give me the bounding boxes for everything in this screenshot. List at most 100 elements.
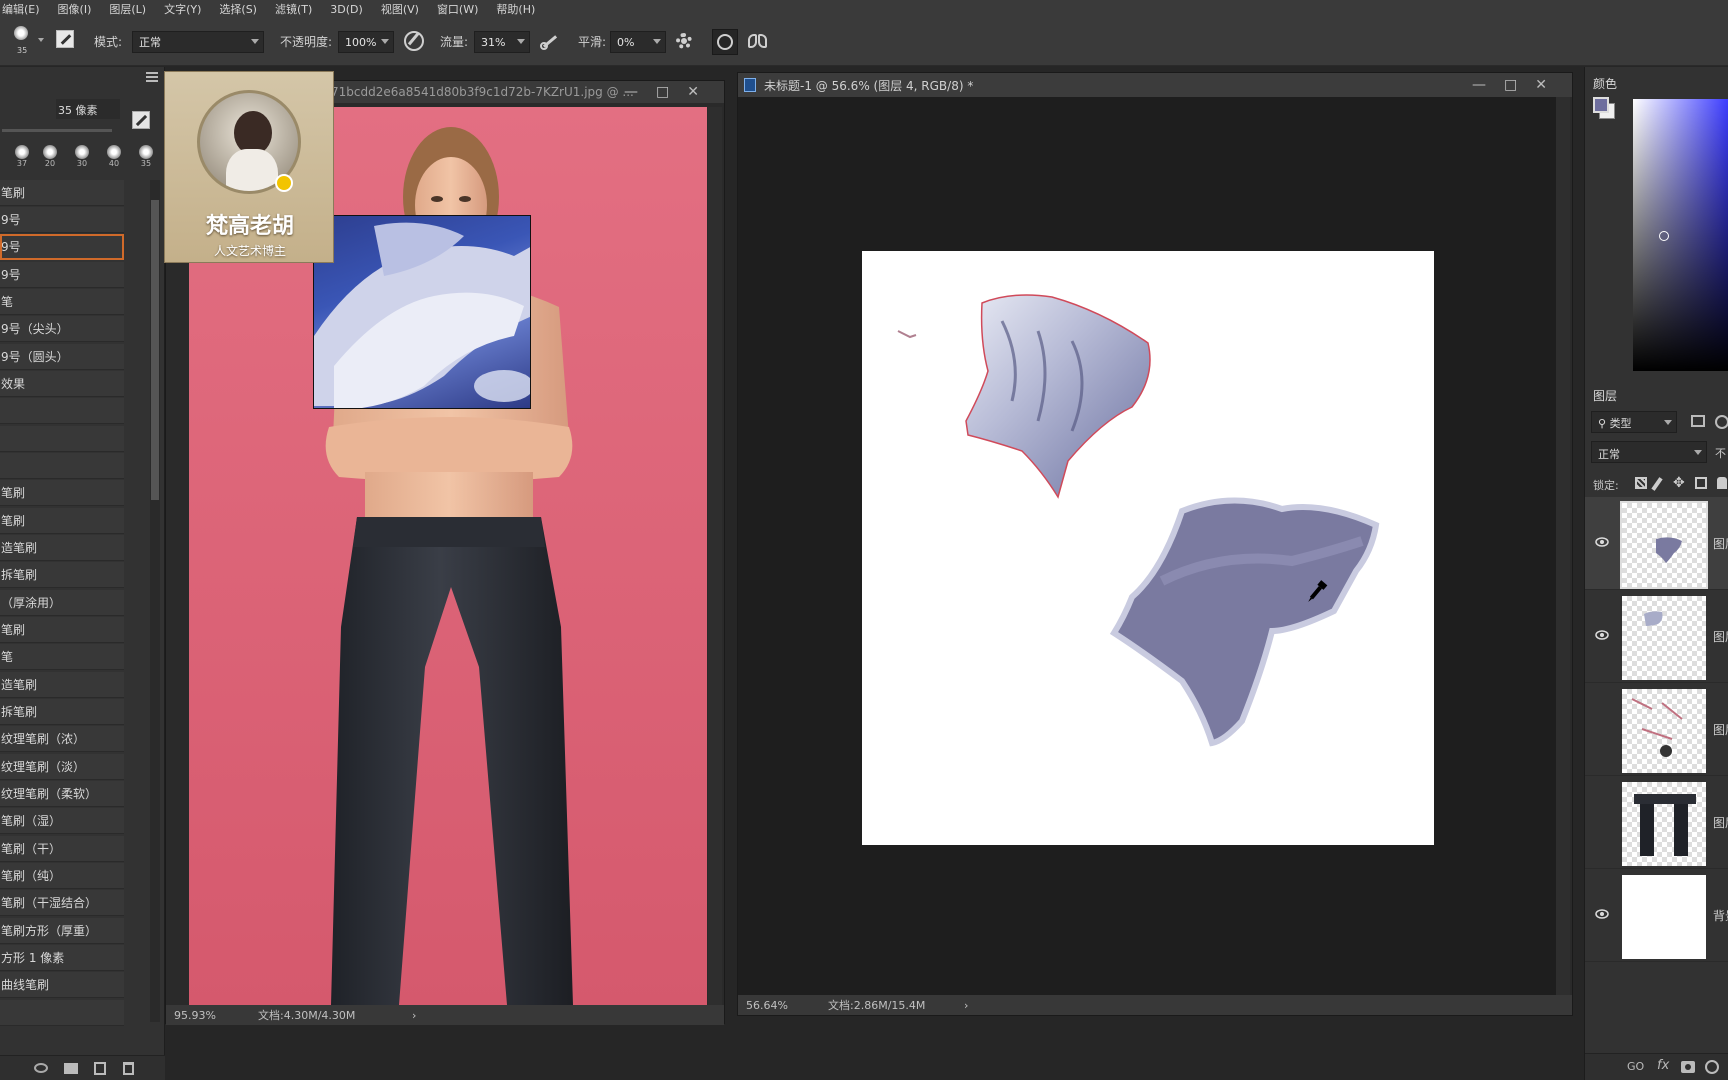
brush-preset[interactable]: 20 bbox=[40, 145, 60, 168]
new-brush-icon[interactable] bbox=[94, 1062, 106, 1075]
lock-position-icon[interactable]: ✥ bbox=[1673, 475, 1685, 491]
link-layers-icon[interactable]: GO bbox=[1627, 1060, 1644, 1073]
layer-row[interactable]: 图层 bbox=[1585, 683, 1728, 776]
brush-list-item[interactable]: 造笔刷 bbox=[0, 672, 124, 698]
brush-panel-toggle-icon[interactable] bbox=[56, 30, 74, 48]
visibility-eye-icon[interactable] bbox=[1595, 909, 1609, 919]
close-icon[interactable]: ✕ bbox=[687, 84, 699, 100]
brush-size-field[interactable]: 35 像素 bbox=[56, 99, 120, 119]
adjustment-layer-icon[interactable] bbox=[1705, 1060, 1719, 1074]
brush-list-item[interactable] bbox=[0, 453, 124, 479]
menu-type[interactable]: 文字(Y) bbox=[164, 1, 201, 17]
scrollbar-thumb[interactable] bbox=[151, 200, 159, 500]
brush-list-scrollbar[interactable] bbox=[150, 180, 160, 1022]
maximize-icon[interactable]: □ bbox=[1504, 77, 1517, 93]
visibility-eye-icon[interactable] bbox=[1595, 630, 1609, 640]
brush-list-item[interactable]: 方形 1 像素 bbox=[0, 945, 124, 971]
menu-view[interactable]: 视图(V) bbox=[381, 1, 419, 17]
brush-list-item[interactable]: 笔刷方形（厚重） bbox=[0, 918, 124, 944]
layer-row-selected[interactable]: 图层 bbox=[1585, 497, 1728, 590]
brush-list-item[interactable]: 效果 bbox=[0, 371, 124, 397]
brush-list-item[interactable]: 纹理笔刷（淡） bbox=[0, 754, 124, 780]
brush-preset-picker[interactable]: 35 bbox=[8, 24, 44, 60]
brush-list-item[interactable]: 9号 bbox=[0, 207, 124, 233]
filter-image-icon[interactable] bbox=[1691, 415, 1705, 427]
layer-name[interactable]: 图层 bbox=[1713, 814, 1728, 831]
maximize-icon[interactable]: □ bbox=[656, 84, 669, 100]
brush-list-item[interactable]: 笔 bbox=[0, 289, 124, 315]
new-brush-icon[interactable] bbox=[132, 111, 150, 129]
airbrush-icon[interactable] bbox=[540, 32, 560, 50]
menu-select[interactable]: 选择(S) bbox=[219, 1, 257, 17]
brush-list-item[interactable]: 9号（圆头） bbox=[0, 344, 124, 370]
brush-list-item[interactable]: （厚涂用） bbox=[0, 590, 124, 616]
layer-name[interactable]: 图层 bbox=[1713, 535, 1728, 552]
toggle-brush-panel-icon[interactable] bbox=[34, 1063, 48, 1073]
brush-preset[interactable]: 30 bbox=[72, 145, 92, 168]
menu-window[interactable]: 窗口(W) bbox=[437, 1, 478, 17]
size-slider-track[interactable] bbox=[2, 129, 112, 132]
brush-preset[interactable]: 37 bbox=[12, 145, 32, 168]
symmetry-butterfly-icon[interactable] bbox=[748, 32, 768, 50]
blend-mode-dropdown[interactable]: 正常 bbox=[1591, 441, 1707, 463]
layer-row[interactable]: 图层 bbox=[1585, 590, 1728, 683]
menu-image[interactable]: 图像(I) bbox=[58, 1, 92, 17]
flow-field[interactable]: 31% bbox=[474, 31, 530, 53]
menu-filter[interactable]: 滤镜(T) bbox=[275, 1, 312, 17]
pressure-size-icon[interactable] bbox=[712, 29, 738, 55]
brush-list-item[interactable]: 笔刷 bbox=[0, 480, 124, 506]
layer-name[interactable]: 图层 bbox=[1713, 628, 1728, 645]
layer-mask-icon[interactable] bbox=[1681, 1061, 1695, 1073]
lock-all-icon[interactable] bbox=[1717, 477, 1727, 489]
close-icon[interactable]: ✕ bbox=[1535, 77, 1547, 93]
brush-list-item[interactable]: 笔刷 bbox=[0, 617, 124, 643]
brush-list-item[interactable]: 笔刷（湿） bbox=[0, 808, 124, 834]
layer-row[interactable]: 图层 bbox=[1585, 776, 1728, 869]
brush-list-item[interactable]: 笔刷 bbox=[0, 180, 124, 206]
brush-list-item[interactable]: 纹理笔刷（浓） bbox=[0, 726, 124, 752]
lock-pixels-icon[interactable] bbox=[1651, 477, 1663, 491]
lock-artboard-icon[interactable] bbox=[1695, 477, 1707, 489]
brush-preset[interactable]: 35 bbox=[136, 145, 156, 168]
layer-name[interactable]: 图层 bbox=[1713, 721, 1728, 738]
painting-document-window[interactable]: 未标题-1 @ 56.6% (图层 4, RGB/8) * — □ ✕ 56.6… bbox=[737, 72, 1573, 1016]
visibility-eye-icon[interactable] bbox=[1595, 537, 1609, 547]
visibility-empty-box[interactable] bbox=[1595, 814, 1607, 826]
menu-layer[interactable]: 图层(L) bbox=[109, 1, 146, 17]
document-tab[interactable]: 未标题-1 @ 56.6% (图层 4, RGB/8) * bbox=[738, 73, 1572, 97]
minimize-icon[interactable]: — bbox=[1472, 77, 1486, 93]
mode-dropdown[interactable]: 正常 bbox=[132, 31, 264, 53]
brush-list-item[interactable]: 9号 bbox=[0, 262, 124, 288]
pressure-opacity-icon[interactable] bbox=[404, 31, 424, 51]
menu-edit[interactable]: 编辑(E) bbox=[2, 1, 40, 17]
brush-preset[interactable]: 40 bbox=[104, 145, 124, 168]
brush-list-item[interactable]: 笔刷（干湿结合） bbox=[0, 890, 124, 916]
brush-list-item[interactable] bbox=[0, 398, 124, 424]
color-picker-field[interactable] bbox=[1633, 99, 1728, 371]
layer-effects-icon[interactable]: fx bbox=[1657, 1058, 1669, 1073]
brush-list-item[interactable] bbox=[0, 426, 124, 452]
chevron-right-icon[interactable]: › bbox=[412, 1009, 416, 1022]
doc1-scrollbar[interactable] bbox=[708, 107, 722, 1005]
smoothing-field[interactable]: 0% bbox=[610, 31, 666, 53]
layer-thumbnail[interactable] bbox=[1622, 689, 1706, 773]
foreground-color-swatch[interactable] bbox=[1593, 97, 1609, 113]
brush-list-item[interactable]: 笔刷（干） bbox=[0, 836, 124, 862]
layer-thumbnail[interactable] bbox=[1620, 501, 1708, 589]
layer-thumbnail[interactable] bbox=[1622, 875, 1706, 959]
panel-menu-icon[interactable] bbox=[146, 72, 158, 82]
brush-list-item[interactable]: 9号（尖头） bbox=[0, 316, 124, 342]
brush-list-item[interactable]: 拆笔刷 bbox=[0, 699, 124, 725]
zoom-level[interactable]: 56.64% bbox=[746, 999, 788, 1012]
brush-list-item[interactable]: 造笔刷 bbox=[0, 535, 124, 561]
brush-list-item-selected[interactable]: 9号 bbox=[0, 234, 124, 260]
brush-list-item[interactable]: 曲线笔刷 bbox=[0, 972, 124, 998]
brush-list-item[interactable]: 拆笔刷 bbox=[0, 562, 124, 588]
brush-list-item[interactable] bbox=[0, 1000, 124, 1026]
zoom-level[interactable]: 95.93% bbox=[174, 1009, 216, 1022]
brush-list-item[interactable]: 纹理笔刷（柔软） bbox=[0, 781, 124, 807]
brush-list-item[interactable]: 笔刷（纯） bbox=[0, 863, 124, 889]
filter-adjustment-icon[interactable] bbox=[1715, 415, 1728, 429]
layer-name[interactable]: 背景 bbox=[1713, 907, 1728, 924]
menu-3d[interactable]: 3D(D) bbox=[330, 3, 363, 16]
